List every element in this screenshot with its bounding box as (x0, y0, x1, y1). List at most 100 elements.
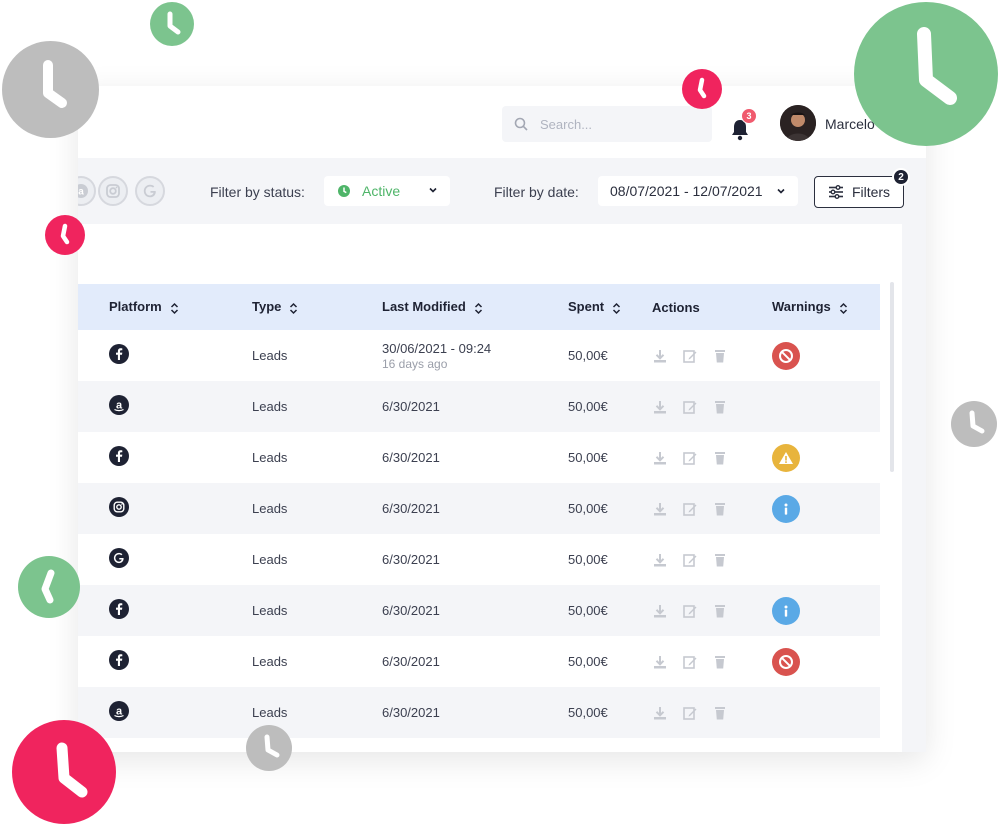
last-modified-cell: 6/30/2021 (382, 636, 568, 687)
download-icon[interactable] (652, 603, 668, 619)
edit-icon[interactable] (682, 654, 698, 670)
trash-icon[interactable] (712, 603, 728, 619)
sort-icon[interactable] (474, 302, 483, 315)
search-icon (514, 117, 528, 131)
actions-cell (652, 330, 772, 381)
trash-icon[interactable] (712, 654, 728, 670)
filters-button[interactable]: Filters (814, 176, 904, 208)
column-header-last-modified[interactable]: Last Modified (382, 284, 568, 330)
last-modified-value: 6/30/2021 (382, 603, 440, 618)
trash-icon[interactable] (712, 501, 728, 517)
last-modified-cell: 6/30/2021 (382, 381, 568, 432)
instagram-filter-chip[interactable] (98, 176, 128, 206)
column-header-warnings[interactable]: Warnings (772, 284, 880, 330)
edit-icon[interactable] (682, 501, 698, 517)
type-cell: Leads (252, 348, 288, 363)
table-row[interactable]: Leads 6/30/2021 50,00€ (78, 636, 880, 687)
trash-icon[interactable] (712, 705, 728, 721)
table-row[interactable]: a Leads 6/30/2021 50,00€ (78, 381, 880, 432)
amazon-filter-chip[interactable]: a (78, 176, 96, 206)
table-row[interactable]: a Leads 6/30/2021 50,00€ (78, 687, 880, 738)
clock-decoration-icon (682, 69, 722, 109)
facebook-icon (109, 446, 129, 466)
facebook-icon (109, 344, 129, 364)
actions-cell (652, 483, 772, 534)
column-header-type[interactable]: Type (252, 284, 382, 330)
download-icon[interactable] (652, 705, 668, 721)
last-modified-value: 6/30/2021 (382, 705, 440, 720)
google-icon (143, 184, 156, 198)
type-cell: Leads (252, 654, 288, 669)
last-modified-value: 30/06/2021 - 09:24 (382, 340, 492, 356)
trash-icon[interactable] (712, 450, 728, 466)
edit-icon[interactable] (682, 552, 698, 568)
sort-icon[interactable] (170, 302, 179, 315)
warnings-cell (772, 585, 880, 636)
last-modified-value: 6/30/2021 (382, 552, 440, 567)
actions-cell (652, 636, 772, 687)
last-modified-value: 6/30/2021 (382, 399, 440, 414)
search-box[interactable] (502, 106, 712, 142)
sort-icon[interactable] (289, 302, 298, 315)
blocked-warning-icon[interactable] (772, 647, 800, 676)
date-range-value: 08/07/2021 - 12/07/2021 (610, 183, 763, 199)
avatar[interactable] (780, 105, 816, 141)
table-row[interactable]: Leads 6/30/2021 50,00€ (78, 585, 880, 636)
actions-cell (652, 585, 772, 636)
spent-cell: 50,00€ (568, 450, 608, 465)
column-label: Platform (109, 299, 162, 315)
side-gutter (902, 224, 926, 752)
sort-icon[interactable] (612, 302, 621, 315)
table-body: Leads 30/06/2021 - 09:24 16 days ago 50,00€… (78, 330, 880, 738)
actions-cell (652, 687, 772, 738)
blocked-warning-icon[interactable] (772, 341, 800, 370)
info-warning-icon[interactable] (772, 596, 800, 625)
edit-icon[interactable] (682, 450, 698, 466)
actions-cell (652, 534, 772, 585)
edit-icon[interactable] (682, 603, 698, 619)
alert-warning-icon[interactable] (772, 443, 800, 472)
column-header-spent[interactable]: Spent (568, 284, 652, 330)
spent-cell: 50,00€ (568, 399, 608, 414)
date-filter-label: Filter by date: (494, 184, 579, 200)
download-icon[interactable] (652, 399, 668, 415)
table-row[interactable]: Leads 30/06/2021 - 09:24 16 days ago 50,00€ (78, 330, 880, 381)
download-icon[interactable] (652, 450, 668, 466)
type-cell: Leads (252, 399, 288, 414)
platform-cell (78, 432, 252, 483)
status-select[interactable]: Active (324, 176, 450, 206)
sliders-icon (828, 185, 843, 199)
trash-icon[interactable] (712, 399, 728, 415)
google-filter-chip[interactable] (135, 176, 165, 206)
type-cell: Leads (252, 552, 288, 567)
table-row[interactable]: Leads 6/30/2021 50,00€ (78, 483, 880, 534)
edit-icon[interactable] (682, 399, 698, 415)
warnings-cell (772, 687, 880, 738)
download-icon[interactable] (652, 552, 668, 568)
warnings-cell (772, 381, 880, 432)
edit-icon[interactable] (682, 348, 698, 364)
svg-text:a: a (78, 187, 84, 198)
warnings-cell (772, 483, 880, 534)
sort-icon[interactable] (839, 302, 848, 315)
download-icon[interactable] (652, 654, 668, 670)
platform-cell (78, 585, 252, 636)
search-input[interactable] (540, 116, 700, 132)
scrollbar[interactable] (890, 282, 894, 472)
table-row[interactable]: Leads 6/30/2021 50,00€ (78, 432, 880, 483)
campaigns-table: Platform Type Last Modified Spent Action… (78, 284, 880, 738)
edit-icon[interactable] (682, 705, 698, 721)
platform-cell (78, 534, 252, 585)
table-row[interactable]: Leads 6/30/2021 50,00€ (78, 534, 880, 585)
download-icon[interactable] (652, 348, 668, 364)
platform-cell (78, 330, 252, 381)
date-range-select[interactable]: 08/07/2021 - 12/07/2021 (598, 176, 798, 206)
trash-icon[interactable] (712, 348, 728, 364)
column-header-platform[interactable]: Platform (78, 284, 252, 330)
info-warning-icon[interactable] (772, 494, 800, 523)
dashboard-card: 3 Marcelo a Filter by status: Active Fil… (78, 86, 926, 752)
notification-badge: 3 (741, 108, 757, 124)
type-cell: Leads (252, 501, 288, 516)
trash-icon[interactable] (712, 552, 728, 568)
download-icon[interactable] (652, 501, 668, 517)
